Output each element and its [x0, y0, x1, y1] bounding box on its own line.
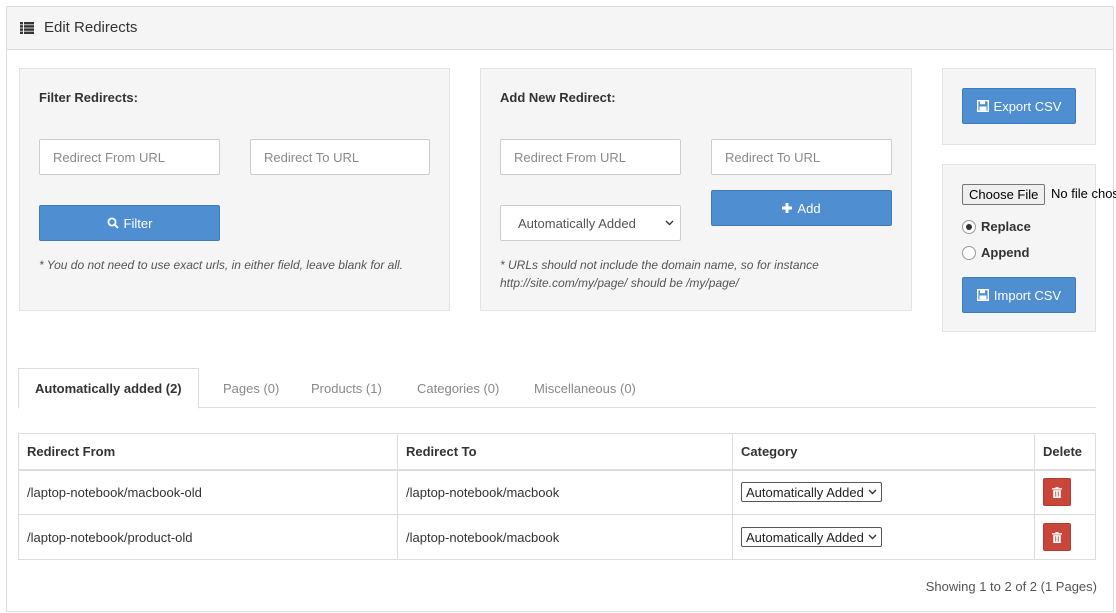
table-row: /laptop-notebook/product-old /laptop-not… — [18, 514, 1096, 560]
export-well: Export CSV — [942, 68, 1096, 145]
column-header-redirect-to: Redirect To — [397, 433, 733, 471]
delete-cell — [1034, 469, 1096, 515]
filter-to-input[interactable] — [250, 139, 430, 175]
append-option[interactable]: Append — [962, 245, 1029, 260]
import-csv-label: Import CSV — [993, 287, 1062, 303]
delete-cell — [1034, 514, 1096, 560]
tab-categories[interactable]: Categories (0) — [417, 368, 499, 408]
search-icon — [107, 217, 119, 229]
delete-button[interactable] — [1043, 478, 1071, 507]
add-note: * URLs should not include the domain nam… — [500, 258, 819, 290]
export-csv-button[interactable]: Export CSV — [962, 88, 1076, 124]
trash-icon — [1052, 531, 1062, 543]
redirects-table: Redirect From Redirect To Category Delet… — [18, 433, 1096, 560]
add-button[interactable]: Add — [711, 190, 892, 226]
choose-file-button[interactable]: Choose File — [962, 184, 1046, 205]
table-header-row: Redirect From Redirect To Category Delet… — [18, 433, 1096, 471]
panel-heading: Edit Redirects — [7, 7, 1113, 50]
redirect-to-cell: /laptop-notebook/macbook — [397, 514, 733, 560]
category-tabs: Automatically added (2) Pages (0) Produc… — [18, 368, 1096, 409]
tab-pages[interactable]: Pages (0) — [223, 368, 279, 408]
pagination-info: Showing 1 to 2 of 2 (1 Pages) — [925, 579, 1097, 594]
trash-icon — [1052, 486, 1062, 498]
save-icon — [976, 289, 989, 301]
replace-label: Replace — [981, 219, 1031, 234]
column-header-category: Category — [732, 433, 1035, 471]
plus-icon — [782, 203, 793, 213]
replace-option[interactable]: Replace — [962, 219, 1031, 234]
add-category-value: Automatically Added — [518, 215, 636, 231]
row-category-value: Automatically Added — [746, 529, 864, 545]
chevron-down-icon — [868, 489, 877, 495]
tab-miscellaneous[interactable]: Miscellaneous (0) — [534, 368, 636, 408]
category-cell: Automatically Added — [732, 514, 1035, 560]
append-label: Append — [981, 245, 1030, 260]
filter-button[interactable]: Filter — [39, 205, 220, 241]
delete-button[interactable] — [1043, 523, 1071, 551]
add-title: Add New Redirect: — [500, 90, 616, 105]
row-category-value: Automatically Added — [746, 484, 864, 500]
row-category-select[interactable]: Automatically Added — [741, 527, 882, 547]
tab-automatically-added[interactable]: Automatically added (2) — [18, 368, 199, 409]
filter-button-label: Filter — [123, 215, 153, 231]
category-cell: Automatically Added — [732, 469, 1035, 515]
chevron-down-icon — [868, 534, 877, 540]
filter-note: * You do not need to use exact urls, in … — [39, 258, 404, 272]
column-header-redirect-from: Redirect From — [18, 433, 398, 471]
column-header-delete: Delete — [1034, 433, 1096, 471]
add-category-select[interactable]: Automatically Added — [500, 205, 681, 241]
filter-title: Filter Redirects: — [39, 90, 138, 105]
page-title: Edit Redirects — [44, 19, 138, 36]
add-redirect-well: Add New Redirect: Automatically Added Ad… — [480, 68, 912, 311]
add-from-input[interactable] — [500, 139, 681, 175]
redirect-from-cell: /laptop-notebook/product-old — [18, 514, 398, 560]
tab-products[interactable]: Products (1) — [311, 368, 382, 408]
list-icon — [20, 22, 34, 34]
row-category-select[interactable]: Automatically Added — [741, 482, 882, 503]
add-to-input[interactable] — [711, 139, 892, 175]
chevron-down-icon — [665, 220, 674, 226]
redirect-from-cell: /laptop-notebook/macbook-old — [18, 469, 398, 515]
redirect-to-cell: /laptop-notebook/macbook — [397, 469, 733, 515]
append-radio[interactable] — [962, 245, 976, 260]
export-csv-label: Export CSV — [993, 98, 1062, 114]
import-csv-button[interactable]: Import CSV — [962, 277, 1076, 313]
table-row: /laptop-notebook/macbook-old /laptop-not… — [18, 469, 1096, 515]
replace-radio[interactable] — [962, 219, 976, 234]
save-icon — [976, 100, 989, 112]
add-button-label: Add — [797, 200, 821, 216]
filter-from-input[interactable] — [39, 139, 220, 175]
filter-redirects-well: Filter Redirects: Filter * You do not ne… — [19, 68, 450, 311]
file-status: No file chosen — [1051, 186, 1116, 201]
